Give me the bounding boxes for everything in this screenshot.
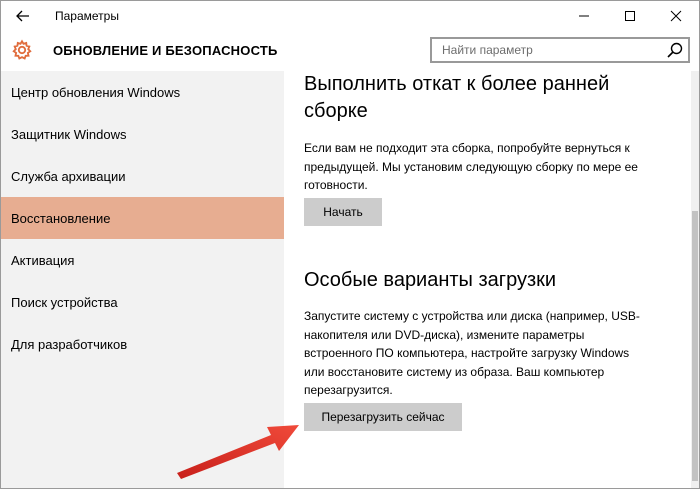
sidebar-item-backup[interactable]: Служба архивации — [1, 155, 284, 197]
close-icon — [670, 10, 682, 22]
search-box[interactable]: Найти параметр — [430, 37, 690, 63]
annotation-arrow-icon — [177, 425, 299, 479]
back-arrow-icon — [16, 10, 29, 22]
window-title: Параметры — [55, 9, 119, 23]
scrollbar-thumb[interactable] — [692, 211, 698, 481]
advanced-description-line5: перезагрузится. — [304, 383, 393, 397]
sidebar-item-label: Восстановление — [11, 210, 111, 226]
title-bar: Параметры — [1, 1, 699, 31]
sidebar-item-label: Центр обновления Windows — [11, 84, 181, 100]
advanced-description-line4: или восстановите систему из образа. Ваш … — [304, 364, 605, 379]
main-content: Выполнить откат к более ранней сборке Ес… — [284, 71, 699, 488]
advanced-description-line3: встроенного ПО компьютера, настройте заг… — [304, 346, 630, 360]
page-header: ОБНОВЛЕНИЕ И БЕЗОПАСНОСТЬ Найти параметр — [1, 31, 699, 71]
restart-now-button[interactable]: Перезагрузить сейчас — [304, 403, 462, 431]
sidebar-item-recovery[interactable]: Восстановление — [1, 197, 284, 239]
sidebar-item-activation[interactable]: Активация — [1, 239, 284, 281]
sidebar-item-windows-update[interactable]: Центр обновления Windows — [1, 71, 284, 113]
settings-window: Параметры ОБНОВЛЕНИЕ И БЕЗОПАСНОСТЬ Найт… — [0, 0, 700, 489]
maximize-icon — [625, 11, 635, 21]
maximize-button[interactable] — [607, 1, 653, 31]
gear-icon — [12, 39, 32, 60]
search-icon[interactable] — [666, 41, 684, 59]
minimize-button[interactable] — [561, 1, 607, 31]
sidebar-item-label: Защитник Windows — [11, 126, 127, 142]
sidebar-item-windows-defender[interactable]: Защитник Windows — [1, 113, 284, 155]
sidebar-item-for-developers[interactable]: Для разработчиков — [1, 323, 284, 365]
page-title: ОБНОВЛЕНИЕ И БЕЗОПАСНОСТЬ — [53, 43, 278, 58]
advanced-description-line2: накопителя или DVD-диска), измените пара… — [304, 327, 585, 342]
rollback-description-line3: готовности. — [304, 178, 368, 192]
sidebar-item-label: Служба архивации — [11, 168, 126, 184]
advanced-description-line1: Запустите систему с устройства или диска… — [304, 309, 640, 323]
sidebar-item-find-my-device[interactable]: Поиск устройства — [1, 281, 284, 323]
advanced-startup-heading: Особые варианты загрузки — [304, 269, 557, 291]
rollback-description-line2: предыдущей. Мы установим следующую сборк… — [304, 159, 638, 174]
sidebar-item-label: Для разработчиков — [11, 336, 128, 352]
rollback-heading-line1: Выполнить откат к более ранней — [304, 73, 610, 95]
rollback-description-line1: Если вам не подходит эта сборка, попробу… — [304, 141, 630, 155]
sidebar-item-label: Активация — [11, 252, 75, 268]
rollback-heading-line2: сборке — [304, 100, 368, 122]
minimize-icon — [579, 15, 589, 17]
close-button[interactable] — [653, 1, 699, 31]
start-rollback-button[interactable]: Начать — [304, 198, 382, 226]
scrollbar[interactable] — [691, 71, 699, 488]
search-input[interactable]: Найти параметр — [442, 43, 533, 57]
sidebar-item-label: Поиск устройства — [11, 294, 118, 310]
back-button[interactable] — [1, 1, 45, 31]
